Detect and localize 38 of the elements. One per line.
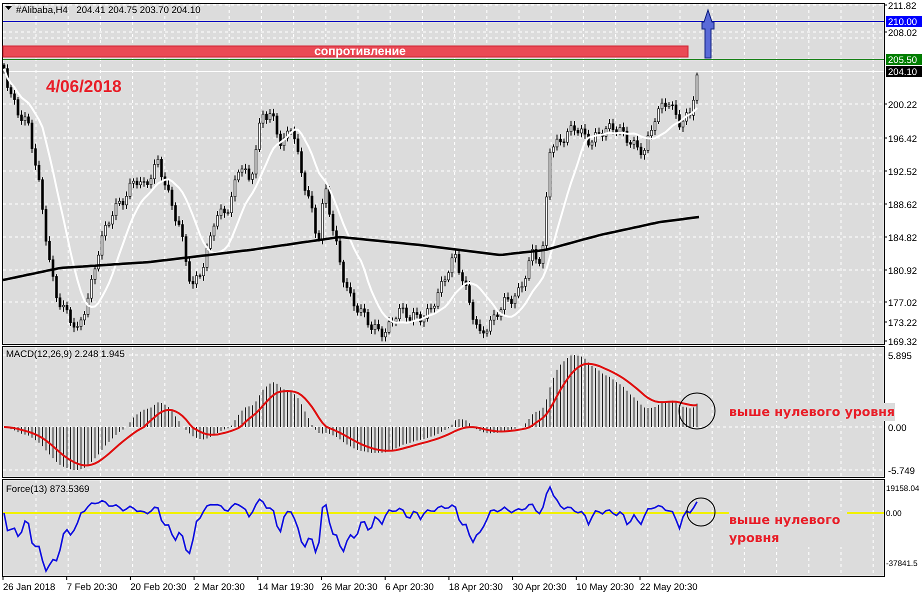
macd-axis-label: -5.749 (888, 466, 915, 477)
time-axis-label: 14 Mar 19:30 (258, 582, 314, 593)
force-title: Force(13) 873.5369 (6, 484, 90, 495)
time-axis-label: 22 May 20:30 (640, 582, 698, 593)
chart-header: #Alibaba,H4 204.41 204.75 203.70 204.10 (16, 5, 201, 16)
force-axis-label: 19158.04 (886, 484, 920, 493)
force-axis-label: 0.00 (886, 509, 902, 518)
date-label: 4/06/2018 (46, 77, 122, 96)
price-axis-label: 173.22 (888, 318, 918, 329)
price-axis-label: 180.92 (888, 266, 918, 277)
time-axis-label: 2 Mar 20:30 (194, 582, 245, 593)
price-axis-label: 169.32 (888, 337, 918, 348)
time-axis-label: 6 Apr 20:30 (385, 582, 434, 593)
price-axis-label: 196.42 (888, 134, 918, 145)
time-axis-label: 7 Feb 20:30 (66, 582, 118, 593)
time-axis-label: 20 Feb 20:30 (130, 582, 186, 593)
time-axis-label: 26 Jan 2018 (3, 582, 56, 593)
time-axis-label: 10 May 20:30 (576, 582, 634, 593)
price-axis-label: 211.82 (888, 1, 916, 12)
price-axis-label: 177.02 (888, 298, 918, 309)
macd-axis-label: 0.00 (888, 423, 906, 434)
price-axis-label: 188.62 (888, 200, 918, 211)
price-axis-label: 200.22 (888, 100, 918, 111)
price-axis-label: 208.02 (888, 28, 918, 39)
price-marker: 205.50 (886, 54, 922, 66)
annotation-text: выше нулевого уровня (729, 511, 847, 547)
resistance-band: сопротивление (2, 44, 688, 58)
price-marker: 204.10 (886, 66, 922, 78)
annotation-text: выше нулевого уровня (729, 403, 895, 421)
price-axis-label: 192.52 (888, 167, 918, 178)
time-axis-label: 30 Apr 20:30 (512, 582, 566, 593)
time-axis-label: 18 Apr 20:30 (448, 582, 503, 593)
time-axis-label: 26 Mar 20:30 (322, 582, 378, 593)
macd-axis-label: 5.895 (888, 351, 912, 362)
price-axis-label: 184.82 (888, 233, 918, 244)
force-axis-label: -37841.5 (886, 559, 918, 568)
price-marker: 210.00 (886, 16, 922, 28)
macd-title: MACD(12,26,9) 2.248 1.945 (6, 349, 125, 360)
